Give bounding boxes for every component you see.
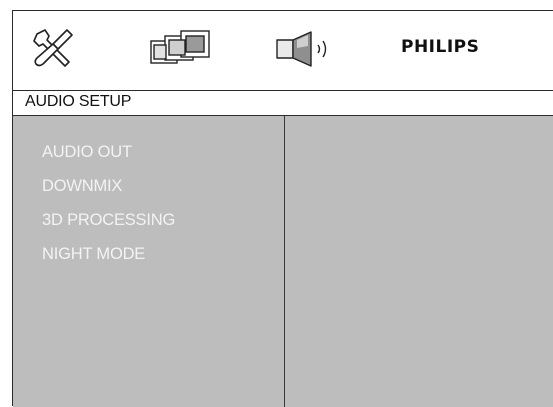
options-panel xyxy=(285,116,553,407)
menu-item-3d-processing[interactable]: 3D PROCESSING xyxy=(42,203,175,237)
video-screens-icon[interactable] xyxy=(149,29,211,69)
menu-item-night-mode[interactable]: NIGHT MODE xyxy=(42,237,175,271)
audio-setup-menu: AUDIO OUT DOWNMIX 3D PROCESSING NIGHT MO… xyxy=(42,135,175,271)
tools-icon[interactable] xyxy=(31,26,75,70)
osd-frame: PHILIPS AUDIO SETUP AUDIO OUT DOWNMIX 3D… xyxy=(12,10,553,407)
osd-toolbar: PHILIPS xyxy=(13,11,553,90)
page-title-bar: AUDIO SETUP xyxy=(13,90,553,116)
menu-item-audio-out[interactable]: AUDIO OUT xyxy=(42,135,175,169)
menu-item-downmix[interactable]: DOWNMIX xyxy=(42,169,175,203)
brand-logo: PHILIPS xyxy=(401,37,480,57)
page-title: AUDIO SETUP xyxy=(25,93,132,110)
speaker-icon[interactable] xyxy=(275,30,345,68)
menu-panel: AUDIO OUT DOWNMIX 3D PROCESSING NIGHT MO… xyxy=(13,116,285,407)
